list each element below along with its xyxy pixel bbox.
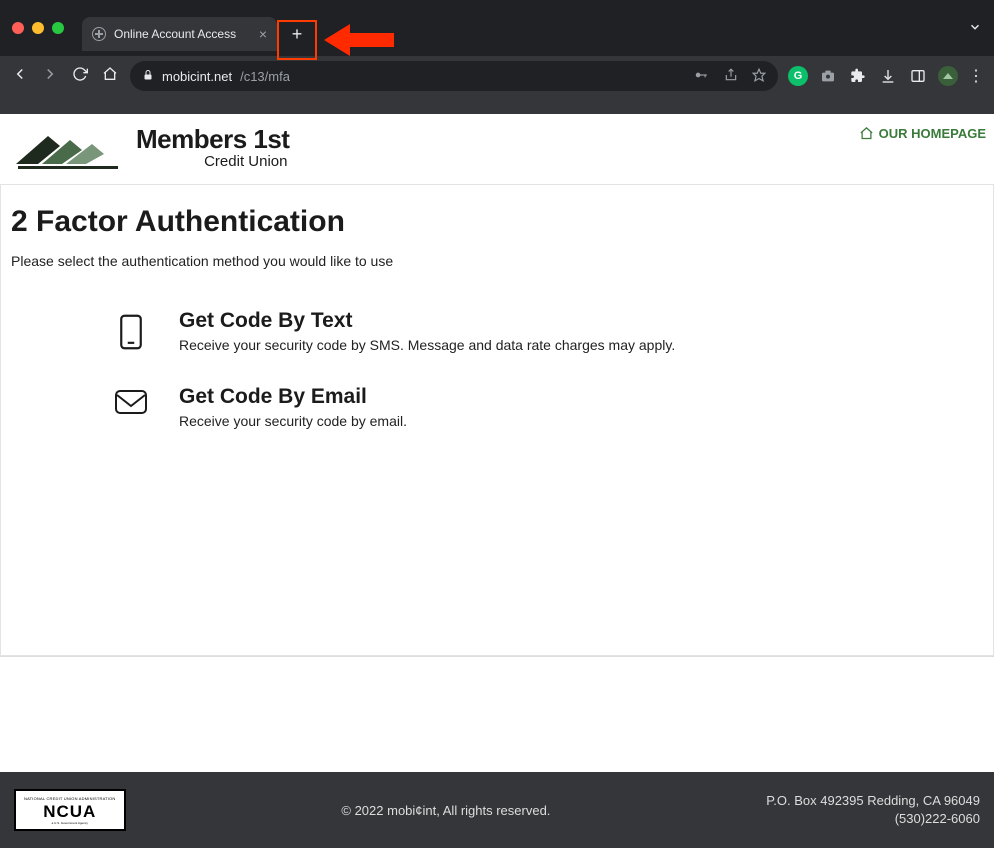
browser-menu-button[interactable]: ⋮ xyxy=(968,66,984,86)
page-subtitle: Please select the authentication method … xyxy=(11,253,983,269)
window-controls xyxy=(12,22,64,34)
key-icon[interactable] xyxy=(692,68,710,85)
url-path: /c13/mfa xyxy=(240,69,290,84)
page: Members 1st Credit Union OUR HOMEPAGE 2 … xyxy=(0,114,994,657)
extension-grammarly-icon[interactable]: G xyxy=(788,66,808,86)
browser-tab[interactable]: Online Account Access × xyxy=(82,17,277,51)
mfa-option-email-desc: Receive your security code by email. xyxy=(179,413,407,429)
brand-name: Members 1st xyxy=(136,126,289,152)
envelope-icon xyxy=(114,389,148,415)
mfa-option-email[interactable]: Get Code By Email Receive your security … xyxy=(11,379,983,455)
mountain-logo-icon xyxy=(14,122,124,172)
profile-avatar-icon[interactable] xyxy=(938,66,958,86)
window-zoom-button[interactable] xyxy=(52,22,64,34)
extensions-puzzle-icon[interactable] xyxy=(848,66,868,86)
mfa-option-text-title: Get Code By Text xyxy=(179,309,675,333)
home-button[interactable] xyxy=(100,66,120,87)
forward-button[interactable] xyxy=(40,65,60,88)
address-bar[interactable]: mobicint.net/c13/mfa xyxy=(130,61,778,91)
tab-title: Online Account Access xyxy=(114,27,251,41)
mfa-card: 2 Factor Authentication Please select th… xyxy=(0,184,994,656)
toolbar-spacer xyxy=(0,96,994,114)
brand-logo: Members 1st Credit Union xyxy=(14,122,289,172)
phone-icon xyxy=(118,313,144,351)
annotation-arrow xyxy=(324,22,394,58)
footer-address: P.O. Box 492395 Redding, CA 96049 xyxy=(766,792,980,810)
our-homepage-link[interactable]: OUR HOMEPAGE xyxy=(859,122,986,141)
site-footer: NATIONAL CREDIT UNION ADMINISTRATION NCU… xyxy=(0,772,994,848)
mfa-option-text[interactable]: Get Code By Text Receive your security c… xyxy=(11,303,983,379)
url-host: mobicint.net xyxy=(162,69,232,84)
page-title: 2 Factor Authentication xyxy=(11,205,983,239)
browser-toolbar: mobicint.net/c13/mfa G ⋮ xyxy=(0,56,994,96)
download-icon[interactable] xyxy=(878,66,898,86)
panel-icon[interactable] xyxy=(908,66,928,86)
chevron-down-icon[interactable] xyxy=(968,20,982,39)
brand-subname: Credit Union xyxy=(136,154,289,169)
browser-titlebar: Online Account Access × + xyxy=(0,0,994,56)
lock-icon xyxy=(142,69,154,84)
footer-phone: (530)222-6060 xyxy=(766,810,980,828)
close-tab-button[interactable]: × xyxy=(259,27,267,41)
mfa-option-email-title: Get Code By Email xyxy=(179,385,407,409)
window-close-button[interactable] xyxy=(12,22,24,34)
homepage-link-label: OUR HOMEPAGE xyxy=(879,126,986,141)
extension-camera-icon[interactable] xyxy=(818,66,838,86)
extension-icons: G xyxy=(788,66,958,86)
ncua-label: NCUA xyxy=(24,803,116,820)
window-minimize-button[interactable] xyxy=(32,22,44,34)
reload-button[interactable] xyxy=(70,66,90,87)
bookmark-star-icon[interactable] xyxy=(752,68,766,85)
globe-icon xyxy=(92,27,106,41)
new-tab-button[interactable]: + xyxy=(283,20,311,48)
ncua-badge: NATIONAL CREDIT UNION ADMINISTRATION NCU… xyxy=(14,789,126,831)
mfa-option-text-desc: Receive your security code by SMS. Messa… xyxy=(179,337,675,353)
share-icon[interactable] xyxy=(724,68,738,85)
footer-copyright: © 2022 mobi¢int, All rights reserved. xyxy=(341,803,550,818)
back-button[interactable] xyxy=(10,65,30,88)
home-icon xyxy=(859,126,874,141)
